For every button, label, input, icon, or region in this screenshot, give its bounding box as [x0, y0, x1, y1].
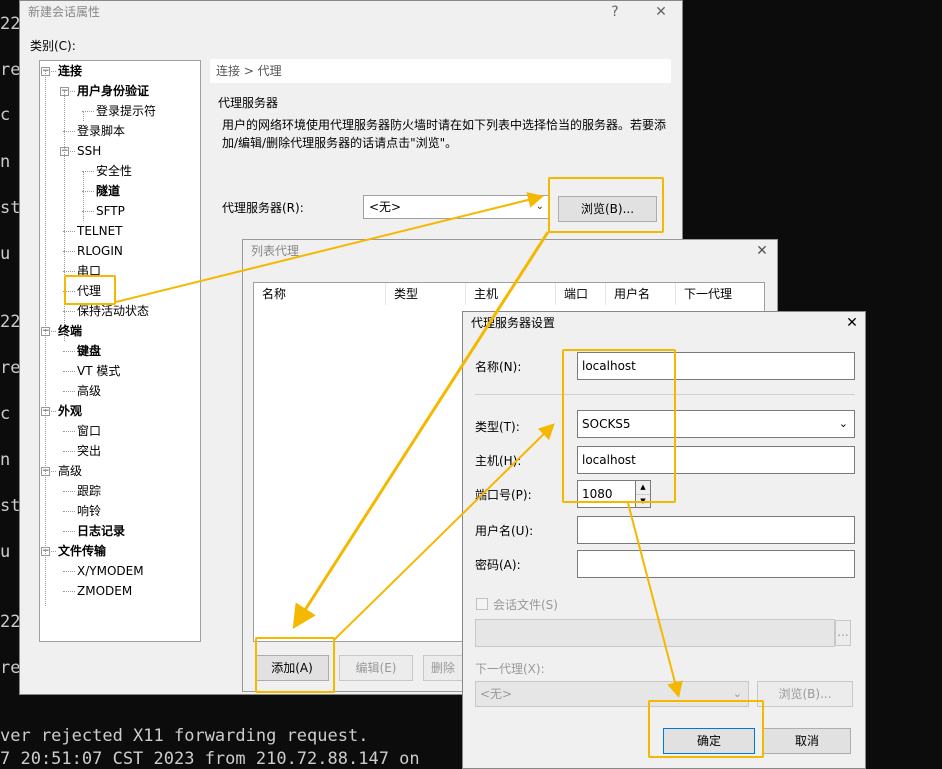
arrow-proxy-to-browse: [115, 192, 544, 303]
arrow-add-to-fields: [333, 423, 555, 641]
arrow-fields-to-ok: [627, 502, 683, 698]
annotation-arrows: [115, 192, 683, 698]
arrow-browse-to-add: [292, 231, 550, 630]
